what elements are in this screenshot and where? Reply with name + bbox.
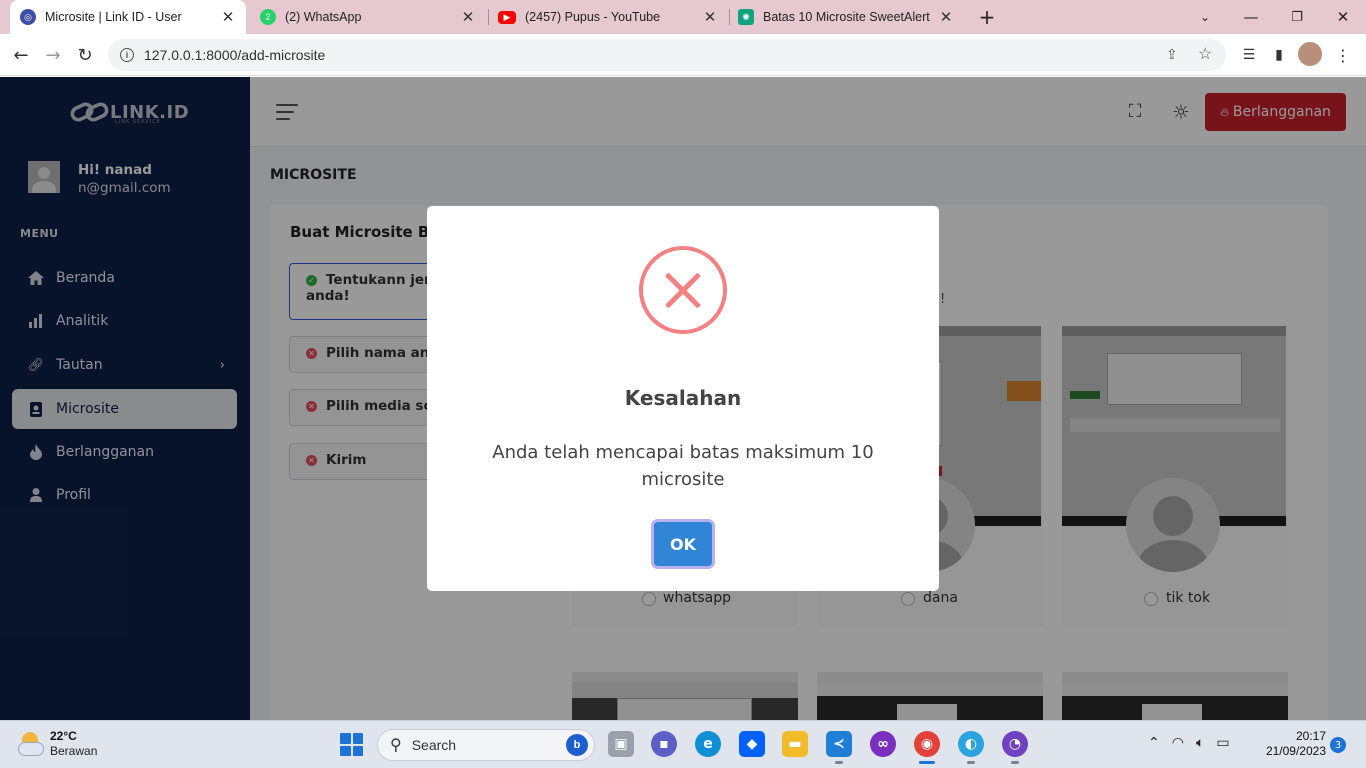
- browser-tab-bar: ◎ Microsite | Link ID - User ✕ 2 (2) Wha…: [0, 0, 1366, 34]
- chevron-up-icon[interactable]: ⌃: [1148, 735, 1160, 751]
- new-tab-button[interactable]: +: [964, 0, 1010, 34]
- search-label: Search: [411, 737, 457, 753]
- clock[interactable]: 20:17 21/09/2023: [1258, 729, 1326, 759]
- minimize-button[interactable]: —: [1228, 0, 1274, 34]
- close-tab-icon[interactable]: ✕: [220, 8, 236, 26]
- media-control-icon[interactable]: ☰: [1236, 42, 1262, 68]
- site-info-icon[interactable]: i: [120, 48, 134, 62]
- share-icon[interactable]: ⇪: [1166, 46, 1178, 63]
- teams-chat-icon[interactable]: ▪: [651, 731, 677, 757]
- volume-icon[interactable]: 🔈︎: [1196, 735, 1204, 751]
- close-window-button[interactable]: ✕: [1320, 0, 1366, 34]
- close-tab-icon[interactable]: ✕: [702, 8, 718, 26]
- error-dialog: Kesalahan Anda telah mencapai batas maks…: [427, 206, 939, 591]
- tab-chatgpt[interactable]: ✺ Batas 10 Microsite SweetAlert ✕: [728, 0, 964, 34]
- mysql-workbench-icon[interactable]: ◐: [958, 731, 984, 764]
- tab-whatsapp[interactable]: 2 (2) WhatsApp ✕: [250, 0, 486, 34]
- dialog-title: Kesalahan: [624, 386, 742, 410]
- tab-title: Microsite | Link ID - User: [45, 10, 182, 24]
- error-x-icon: [639, 246, 727, 334]
- side-panel-icon[interactable]: ▮: [1266, 42, 1292, 68]
- tab-youtube[interactable]: ▶ (2457) Pupus - YouTube ✕: [488, 0, 728, 34]
- reload-button[interactable]: ↻: [72, 42, 98, 68]
- youtube-favicon-icon: ▶: [498, 10, 516, 24]
- edge-browser-icon[interactable]: e: [695, 731, 721, 757]
- bookmark-star-icon[interactable]: ☆: [1198, 44, 1212, 64]
- dropbox-icon[interactable]: ◆: [739, 731, 765, 757]
- url-text: 127.0.0.1:8000/add-microsite: [144, 47, 326, 63]
- tab-title: Batas 10 Microsite SweetAlert: [763, 10, 930, 24]
- chrome-icon[interactable]: ◉: [914, 731, 940, 764]
- tab-search-button[interactable]: ⌄: [1182, 0, 1228, 34]
- whatsapp-favicon-icon: 2: [260, 9, 276, 25]
- taskbar-search[interactable]: ⚲ Search b: [377, 729, 595, 761]
- restore-button[interactable]: ❐: [1274, 0, 1320, 34]
- weather-cloudy-icon: [16, 730, 44, 758]
- bing-icon[interactable]: b: [566, 734, 588, 756]
- link-id-favicon-icon: ◎: [20, 9, 36, 25]
- tab-title: (2) WhatsApp: [285, 10, 362, 24]
- close-tab-icon[interactable]: ✕: [938, 8, 954, 26]
- dialog-message: Anda telah mencapai batas maksimum 10 mi…: [492, 442, 874, 490]
- wifi-icon[interactable]: ◠: [1172, 735, 1184, 751]
- battery-icon[interactable]: ▭: [1216, 735, 1229, 751]
- file-explorer-icon[interactable]: ▬: [782, 731, 808, 757]
- windows-taskbar: 22°C Berawan ⚲ Search b ▣ ▪ e ◆ ▬ ≺ ∞ ◉ …: [0, 720, 1366, 768]
- github-desktop-icon[interactable]: ◔: [1002, 731, 1028, 764]
- weather-widget[interactable]: 22°C Berawan: [16, 729, 97, 759]
- forward-button[interactable]: →: [40, 42, 66, 68]
- tab-microsite[interactable]: ◎ Microsite | Link ID - User ✕: [10, 0, 246, 34]
- kebab-menu-icon[interactable]: ⋮: [1330, 42, 1356, 68]
- tab-title: (2457) Pupus - YouTube: [525, 10, 661, 24]
- vscode-icon[interactable]: ≺: [826, 731, 852, 764]
- system-tray: ⌃ ◠ 🔈︎ ▭: [1148, 735, 1230, 751]
- close-tab-icon[interactable]: ✕: [460, 8, 476, 26]
- clock-time: 20:17: [1295, 729, 1326, 743]
- browser-toolbar: ← → ↻ i 127.0.0.1:8000/add-microsite ⇪ ☆…: [0, 34, 1366, 76]
- weather-temp: 22°C: [50, 729, 77, 743]
- game-app-icon[interactable]: ∞: [870, 731, 896, 757]
- search-icon: ⚲: [390, 737, 402, 754]
- profile-avatar-icon[interactable]: [1298, 42, 1322, 66]
- weather-desc: Berawan: [50, 744, 98, 758]
- back-button[interactable]: ←: [8, 42, 34, 68]
- address-bar[interactable]: i 127.0.0.1:8000/add-microsite ⇪ ☆: [108, 39, 1226, 71]
- task-view-icon[interactable]: ▣: [608, 731, 634, 757]
- clock-date: 21/09/2023: [1265, 744, 1326, 758]
- chatgpt-favicon-icon: ✺: [738, 9, 754, 25]
- notification-badge[interactable]: 3: [1330, 737, 1346, 753]
- ok-button[interactable]: OK: [654, 522, 712, 566]
- windows-start-icon[interactable]: [340, 733, 363, 756]
